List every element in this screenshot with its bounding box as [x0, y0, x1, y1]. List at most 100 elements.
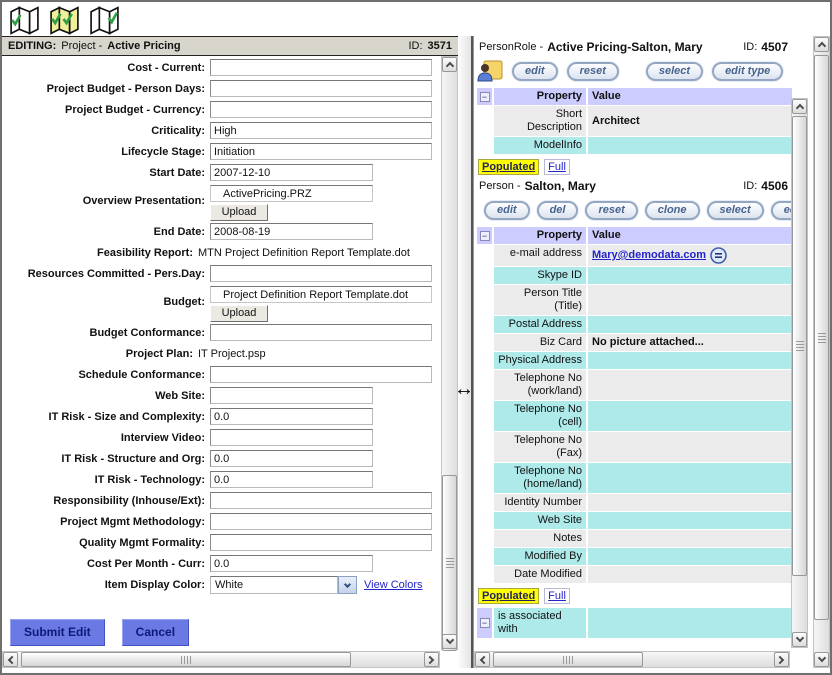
interview-video-input[interactable] — [210, 429, 373, 446]
chevron-down-icon[interactable] — [338, 576, 357, 594]
map-double-check-icon[interactable] — [48, 5, 81, 35]
personrole-id: 4507 — [761, 40, 788, 54]
field-label: Cost Per Month - Curr: — [2, 555, 210, 570]
upload-button[interactable]: Upload — [210, 204, 268, 221]
left-horizontal-scrollbar[interactable] — [2, 651, 440, 668]
edit-button[interactable]: edit — [484, 201, 530, 220]
upload-button[interactable]: Upload — [210, 305, 268, 322]
field-label: Project Mgmt Methodology: — [2, 513, 210, 528]
it-risk-size-input[interactable] — [210, 408, 373, 425]
person-property-table: − Property Value e-mail address Mary@dem… — [477, 227, 792, 583]
scrollbar-thumb[interactable] — [493, 652, 643, 667]
detail-horizontal-scrollbar[interactable] — [474, 651, 790, 668]
map-check-icon[interactable] — [8, 5, 41, 35]
populated-link[interactable]: Populated — [478, 159, 539, 175]
person-actions: edit del reset clone select edit type — [477, 195, 792, 227]
panel-resize-divider[interactable] — [458, 36, 473, 668]
table-row: Postal Address — [477, 316, 792, 333]
email-action-icon[interactable] — [710, 247, 727, 264]
field-label: Responsibility (Inhouse/Ext): — [2, 492, 210, 507]
email-link[interactable]: Mary@demodata.com — [592, 249, 706, 262]
select-button[interactable]: select — [646, 62, 703, 81]
map-check-icon[interactable] — [88, 5, 121, 35]
edit-button[interactable]: edit — [512, 62, 558, 81]
scroll-down-button[interactable] — [814, 652, 829, 667]
scroll-right-button[interactable] — [424, 652, 439, 667]
property-label: Notes — [494, 530, 586, 547]
delete-button[interactable]: del — [537, 201, 579, 220]
person-role-icon — [477, 59, 503, 83]
collapse-icon[interactable]: − — [480, 618, 490, 628]
scroll-up-button[interactable] — [814, 37, 829, 52]
scroll-left-button[interactable] — [475, 652, 490, 667]
property-value — [588, 352, 792, 369]
scrollbar-thumb[interactable] — [21, 652, 351, 667]
quality-mgmt-formality-input[interactable] — [210, 534, 432, 551]
scrollbar-thumb[interactable] — [442, 475, 457, 651]
cost-per-month-input[interactable] — [210, 555, 373, 572]
scroll-down-button[interactable] — [792, 632, 807, 647]
budget-conformance-input[interactable] — [210, 324, 432, 341]
scroll-up-button[interactable] — [792, 99, 807, 114]
web-site-input[interactable] — [210, 387, 373, 404]
property-label: Modified By — [494, 548, 586, 565]
criticality-input[interactable] — [210, 122, 432, 139]
table-row: Short Description Architect — [477, 106, 792, 136]
scrollbar-thumb[interactable] — [792, 116, 807, 576]
collapse-icon[interactable]: − — [480, 92, 490, 102]
property-label: Telephone No (work/land) — [494, 370, 586, 400]
reset-button[interactable]: reset — [567, 62, 619, 81]
view-colors-link[interactable]: View Colors — [364, 579, 423, 591]
budget-file: Project Definition Report Template.dot — [210, 286, 432, 303]
scroll-left-button[interactable] — [3, 652, 18, 667]
edit-header-bar: EDITING: Project - Active Pricing ID: 35… — [2, 36, 458, 56]
left-vertical-scrollbar[interactable] — [441, 56, 458, 650]
detail-vertical-scrollbar[interactable] — [791, 98, 808, 648]
populated-link[interactable]: Populated — [478, 588, 539, 604]
submit-edit-button[interactable]: Submit Edit — [10, 619, 105, 646]
start-date-input[interactable] — [210, 164, 373, 181]
edit-type-button[interactable]: edit type — [712, 62, 783, 81]
cancel-button[interactable]: Cancel — [122, 619, 189, 646]
it-risk-structure-input[interactable] — [210, 450, 373, 467]
property-value — [588, 370, 792, 400]
resources-committed-input[interactable] — [210, 265, 432, 282]
app-window: EDITING: Project - Active Pricing ID: 35… — [0, 0, 832, 675]
budget-currency-input[interactable] — [210, 101, 432, 118]
end-date-input[interactable] — [210, 223, 373, 240]
edit-form-panel: EDITING: Project - Active Pricing ID: 35… — [2, 36, 458, 668]
table-row: Telephone No (home/land) — [477, 463, 792, 493]
field-label: Overview Presentation: — [2, 185, 210, 207]
view-mode-links: Populated Full — [477, 155, 792, 179]
person-id: 4506 — [761, 179, 788, 193]
collapse-cell: − — [477, 608, 492, 638]
full-link[interactable]: Full — [544, 588, 570, 604]
clone-button[interactable]: clone — [645, 201, 700, 220]
full-link[interactable]: Full — [544, 159, 570, 175]
cost-current-input[interactable] — [210, 59, 432, 76]
project-mgmt-methodology-input[interactable] — [210, 513, 432, 530]
field-label: Project Plan: — [2, 345, 198, 360]
edit-type-button[interactable]: edit type — [771, 201, 792, 220]
scroll-right-button[interactable] — [774, 652, 789, 667]
scroll-down-button[interactable] — [442, 634, 457, 649]
property-value — [588, 267, 792, 284]
reset-button[interactable]: reset — [585, 201, 637, 220]
lifecycle-stage-input[interactable] — [210, 143, 432, 160]
select-button[interactable]: select — [707, 201, 764, 220]
scroll-up-button[interactable] — [442, 57, 457, 72]
table-row: e-mail address Mary@demodata.com — [477, 245, 792, 266]
schedule-conformance-input[interactable] — [210, 366, 432, 383]
item-display-color-select[interactable]: White — [210, 576, 338, 594]
property-label: ModelInfo — [494, 137, 586, 154]
field-label: IT Risk - Size and Complexity: — [2, 408, 210, 423]
property-label: Telephone No (cell) — [494, 401, 586, 431]
it-risk-technology-input[interactable] — [210, 471, 373, 488]
responsibility-input[interactable] — [210, 492, 432, 509]
budget-person-days-input[interactable] — [210, 80, 432, 97]
window-vertical-scrollbar[interactable] — [813, 36, 830, 668]
personrole-name: Active Pricing-Salton, Mary — [547, 40, 702, 54]
scrollbar-thumb[interactable] — [814, 55, 829, 620]
field-label: Feasibility Report: — [2, 244, 198, 259]
collapse-icon[interactable]: − — [480, 231, 490, 241]
